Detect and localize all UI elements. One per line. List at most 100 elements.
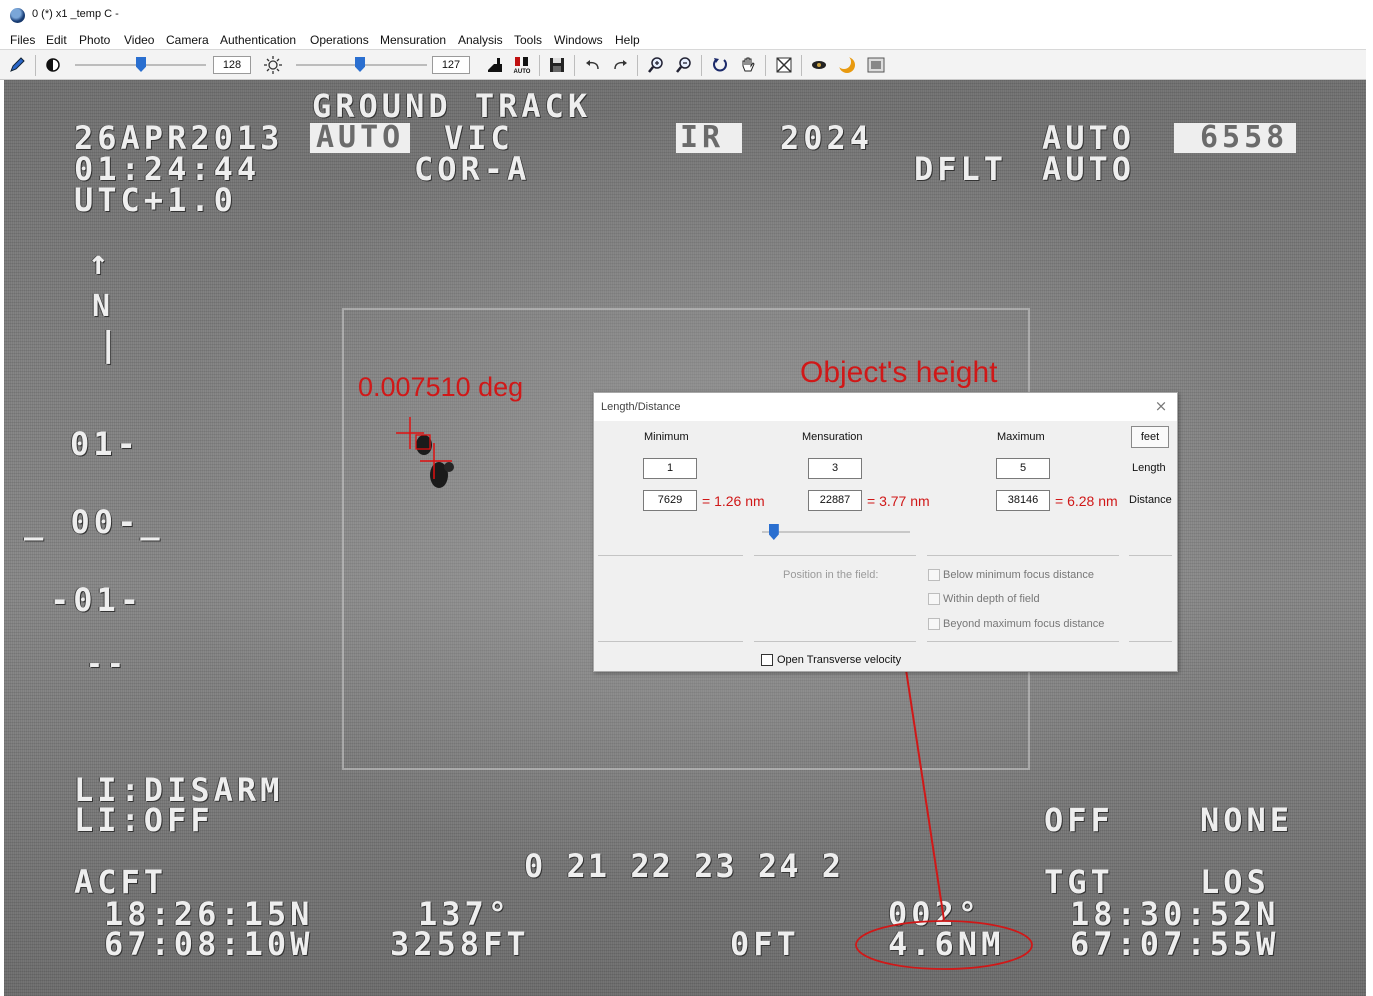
rotate-icon[interactable]: [710, 55, 730, 75]
osd-zoom: 2024: [780, 119, 874, 157]
zoom-in-icon[interactable]: [646, 55, 666, 75]
toolbar-separator: [574, 55, 575, 76]
brightness-icon[interactable]: [263, 55, 283, 75]
beyond-max-checkbox[interactable]: [928, 618, 940, 630]
osd-tgt-lon: 67:07:55W: [1070, 925, 1280, 963]
max-distance-field[interactable]: 38146: [996, 490, 1050, 511]
osd-north-letter: N: [92, 289, 115, 324]
divider: [1129, 555, 1172, 556]
osd-right-box: 6558: [1174, 123, 1297, 153]
osd-pitch-zero: _ 00-_: [24, 503, 164, 541]
divider: [927, 555, 1119, 556]
osd-pitch-plus1: 01-: [70, 425, 140, 463]
menu-authentication[interactable]: Authentication: [220, 33, 296, 47]
brightness-slider-thumb[interactable]: [355, 57, 365, 72]
osd-cor: COR-A: [414, 150, 531, 188]
within-dof-label: Within depth of field: [943, 593, 1040, 605]
contrast-icon[interactable]: [43, 55, 63, 75]
brightness-value-field[interactable]: 127: [432, 56, 470, 74]
toolbar-separator: [35, 55, 36, 76]
length-label: Length: [1132, 462, 1166, 474]
osd-pitch-minus1: -01-: [50, 581, 144, 619]
toolbar-separator: [765, 55, 766, 76]
divider: [598, 555, 743, 556]
save-icon[interactable]: [547, 55, 567, 75]
divider: [598, 641, 743, 642]
transverse-velocity-checkbox[interactable]: [761, 654, 773, 666]
menu-operations[interactable]: Operations: [310, 33, 369, 47]
min-length-field[interactable]: 1: [643, 458, 697, 479]
osd-utc: UTC+1.0: [74, 181, 237, 219]
max-distance-nm: = 6.28 nm: [1055, 493, 1118, 509]
menu-mensuration[interactable]: Mensuration: [380, 33, 446, 47]
position-in-field-label: Position in the field:: [783, 569, 879, 581]
moon-icon[interactable]: [837, 55, 857, 75]
osd-acft: ACFT: [74, 863, 168, 901]
divider: [754, 555, 916, 556]
distance-label: Distance: [1129, 494, 1172, 506]
pan-hand-icon[interactable]: [738, 55, 758, 75]
osd-pitch-dash: --: [86, 647, 128, 680]
max-length-field[interactable]: 5: [996, 458, 1050, 479]
crop-icon[interactable]: [485, 55, 505, 75]
close-icon[interactable]: ×: [1153, 398, 1169, 414]
osd-dflt: DFLT: [914, 150, 1008, 188]
globe-app-icon: [10, 8, 25, 23]
menu-help[interactable]: Help: [615, 33, 640, 47]
below-min-checkbox[interactable]: [928, 569, 940, 581]
menu-edit[interactable]: Edit: [46, 33, 67, 47]
zoom-out-icon[interactable]: [674, 55, 694, 75]
menu-video[interactable]: Video: [124, 33, 154, 47]
below-min-label: Below minimum focus distance: [943, 569, 1095, 581]
menu-photo[interactable]: Photo: [79, 33, 110, 47]
col-maximum-label: Maximum: [997, 431, 1045, 443]
mensuration-distance-field[interactable]: 22887: [808, 490, 862, 511]
mensuration-length-field[interactable]: 3: [808, 458, 862, 479]
menu-bar: Files Edit Photo Video Camera Authentica…: [0, 31, 1373, 49]
pencil-icon[interactable]: [7, 55, 27, 75]
redo-icon[interactable]: [610, 55, 630, 75]
divider: [1129, 641, 1172, 642]
within-dof-checkbox[interactable]: [928, 593, 940, 605]
undo-icon[interactable]: [583, 55, 603, 75]
north-arrow-icon: ↑: [88, 243, 113, 283]
menu-camera[interactable]: Camera: [166, 33, 209, 47]
distance-slider-track[interactable]: [762, 531, 910, 533]
contrast-slider-thumb[interactable]: [136, 57, 146, 72]
col-minimum-label: Minimum: [644, 431, 689, 443]
length-distance-dialog: Length/Distance × Minimum Mensuration Ma…: [593, 392, 1178, 672]
contrast-value-field[interactable]: 128: [213, 56, 251, 74]
object-height-annotation: Object's height: [800, 356, 998, 389]
toolbar-separator: [637, 55, 638, 76]
menu-files[interactable]: Files: [10, 33, 35, 47]
window-title: 0 (*) x1 _temp C -: [32, 8, 119, 20]
beyond-max-label: Beyond maximum focus distance: [943, 618, 1105, 630]
osd-mode: GROUND TRACK: [312, 87, 592, 125]
osd-ir-box: IR: [676, 123, 743, 153]
osd-auto-2: AUTO: [1042, 150, 1136, 188]
measurement-crosshair[interactable]: [394, 415, 464, 485]
osd-zero-ft: 0FT: [730, 925, 800, 963]
distance-slider-thumb[interactable]: [768, 524, 779, 540]
eye-icon[interactable]: [809, 55, 829, 75]
osd-heading-tape: 0 21 22 23 24 2: [524, 847, 843, 885]
toolbar-separator: [701, 55, 702, 76]
mensuration-distance-nm: = 3.77 nm: [867, 493, 930, 509]
menu-tools[interactable]: Tools: [514, 33, 542, 47]
toolbar-separator: [539, 55, 540, 76]
min-distance-field[interactable]: 7629: [643, 490, 697, 511]
dialog-title: Length/Distance: [594, 393, 1177, 421]
min-distance-nm: = 1.26 nm: [702, 493, 765, 509]
divider: [927, 641, 1119, 642]
menu-windows[interactable]: Windows: [554, 33, 603, 47]
feet-unit-button[interactable]: feet: [1131, 426, 1169, 448]
osd-north-bar: |: [98, 325, 123, 365]
title-bar: 0 (*) x1 _temp C -: [0, 0, 1373, 30]
osd-auto-box: AUTO: [310, 123, 411, 153]
fit-icon[interactable]: [774, 55, 794, 75]
osd-none: NONE: [1200, 801, 1294, 839]
menu-analysis[interactable]: Analysis: [458, 33, 503, 47]
auto-level-icon[interactable]: AUTO: [512, 55, 532, 75]
gallery-icon[interactable]: [866, 55, 886, 75]
osd-li-off: LI:OFF: [74, 801, 214, 839]
